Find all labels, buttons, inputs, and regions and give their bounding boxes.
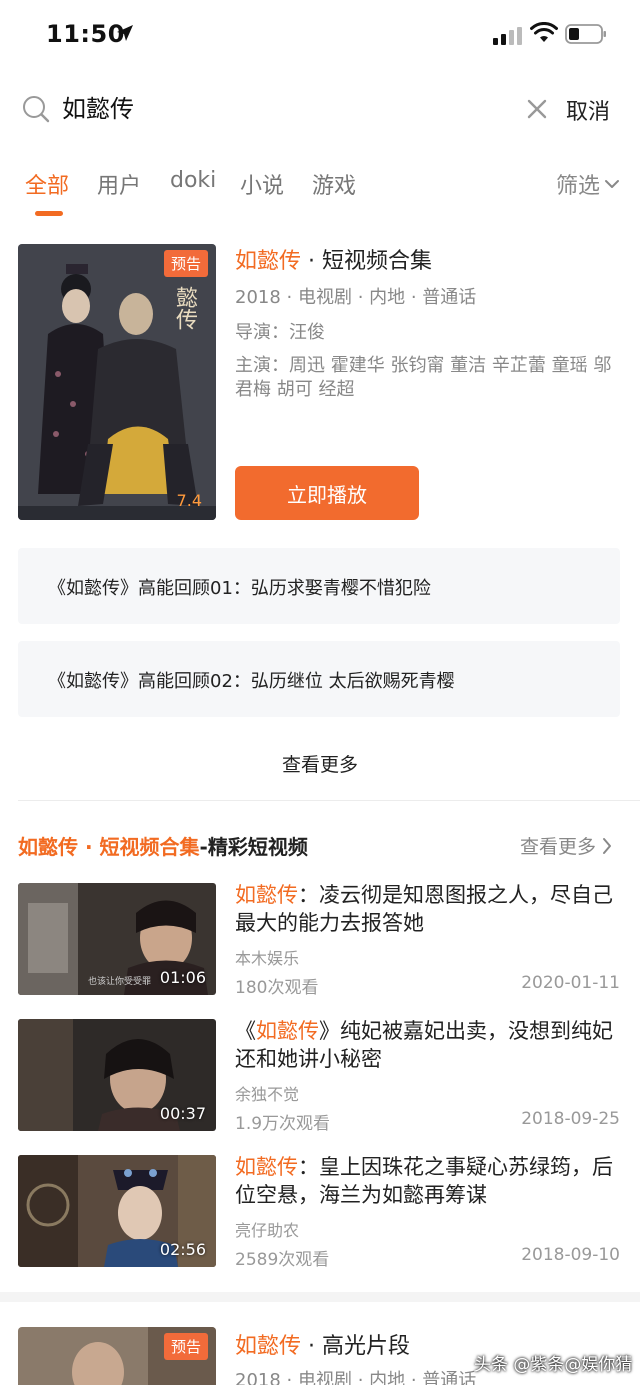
section-see-more-label: 查看更多 xyxy=(520,836,597,858)
video-date: 2018-09-10 xyxy=(521,1245,620,1265)
video-thumbnail[interactable]: 02:56 xyxy=(18,1155,216,1267)
video-title[interactable]: 如懿传：凌云彻是知恩图报之人，尽自己最大的能力去报答她 xyxy=(235,881,625,937)
highlight-title-highlight: 如懿传 xyxy=(235,1334,302,1359)
video-channel[interactable]: 余独不觉 xyxy=(235,1081,299,1105)
highlight-meta: 2018 · 电视剧 · 内地 · 普通话 xyxy=(235,1370,477,1385)
video-duration: 01:06 xyxy=(159,968,206,987)
highlight-poster[interactable]: 预告 xyxy=(18,1327,216,1385)
battery-icon xyxy=(565,24,606,44)
video-title[interactable]: 《如懿传》纯妃被嘉妃出卖，没想到纯妃还和她讲小秘密 xyxy=(235,1017,625,1073)
status-time: 11:50 xyxy=(46,20,125,48)
video-duration: 02:56 xyxy=(159,1240,206,1259)
video-item[interactable]: 00:37 《如懿传》纯妃被嘉妃出卖，没想到纯妃还和她讲小秘密 余独不觉 1.9… xyxy=(0,1017,640,1134)
video-title[interactable]: 如懿传：皇上因珠花之事疑心苏绿筠，后位空悬，海兰为如懿再筹谋 xyxy=(235,1153,625,1209)
video-views: 180次观看 xyxy=(235,978,319,998)
search-input[interactable] xyxy=(62,92,482,120)
video-title-prefix: 《 xyxy=(235,1019,256,1043)
video-date: 2018-09-25 xyxy=(521,1109,620,1129)
show-director: 导演：汪俊 xyxy=(235,322,325,343)
video-channel[interactable]: 亮仔助农 xyxy=(235,1217,299,1241)
section-title-suffix: -精彩短视频 xyxy=(199,835,308,859)
subtitle-caption: 也该让你受受罪 xyxy=(88,977,152,987)
video-item[interactable]: 也该让你受受罪 01:06 如懿传：凌云彻是知恩图报之人，尽自己最大的能力去报答… xyxy=(0,881,640,998)
video-views: 1.9万次观看 xyxy=(235,1114,331,1134)
active-tab-indicator xyxy=(35,211,63,216)
section-title: 如懿传 · 短视频合集-精彩短视频 xyxy=(18,831,308,860)
watermark: 头条 @紫条@娱你猜 xyxy=(474,1355,633,1375)
show-poster[interactable]: 懿传 预告 7.4 xyxy=(18,244,216,520)
play-now-button[interactable]: 立即播放 xyxy=(235,466,419,520)
chevron-right-icon xyxy=(603,837,612,854)
section-title-highlight: 如懿传 · 短视频合集 xyxy=(18,835,200,859)
video-thumbnail[interactable]: 00:37 xyxy=(18,1019,216,1131)
recap-title: 《如懿传》高能回顾01：弘历求娶青樱不惜犯险 xyxy=(48,578,431,599)
score-badge: 7.4 xyxy=(176,491,202,510)
status-bar: 11:50 xyxy=(0,0,640,70)
chevron-down-icon xyxy=(605,180,620,188)
show-meta: 2018 · 电视剧 · 内地 · 普通话 xyxy=(235,287,477,308)
location-arrow-icon xyxy=(117,25,133,41)
highlight-title[interactable]: 如懿传 · 高光片段 xyxy=(235,1328,410,1360)
search-bar: 取消 xyxy=(0,80,640,140)
section-see-more-button[interactable]: 查看更多 xyxy=(520,832,612,859)
video-item[interactable]: 02:56 如懿传：皇上因珠花之事疑心苏绿筠，后位空悬，海兰为如懿再筹谋 亮仔助… xyxy=(0,1153,640,1270)
trailer-badge: 预告 xyxy=(163,1333,208,1360)
poster-title-text: 懿传 xyxy=(172,286,197,330)
filter-label: 筛选 xyxy=(556,174,601,199)
wifi-icon xyxy=(530,22,558,42)
section-divider xyxy=(0,1292,640,1302)
tab-doki[interactable]: doki xyxy=(170,168,216,193)
show-cast: 主演：周迅 霍建华 张钧甯 董洁 辛芷蕾 童瑶 邬君梅 胡可 经超 xyxy=(235,355,612,400)
show-title[interactable]: 如懿传 · 短视频合集 xyxy=(235,243,432,275)
divider xyxy=(18,800,640,801)
cancel-button[interactable]: 取消 xyxy=(566,94,610,126)
recap-title: 《如懿传》高能回顾02：弘历继位 太后欲赐死青樱 xyxy=(48,671,455,692)
tab-novels[interactable]: 小说 xyxy=(240,168,284,200)
video-title-highlight: 如懿传 xyxy=(256,1019,319,1043)
recap-card[interactable]: 《如懿传》高能回顾02：弘历继位 太后欲赐死青樱 xyxy=(18,641,620,717)
show-title-highlight: 如懿传 xyxy=(235,249,302,274)
video-date: 2020-01-11 xyxy=(521,973,620,993)
show-title-suffix: · 短视频合集 xyxy=(301,249,432,274)
video-title-highlight: 如懿传 xyxy=(235,1155,298,1179)
video-title-highlight: 如懿传 xyxy=(235,883,298,907)
video-views: 2589次观看 xyxy=(235,1250,330,1270)
video-duration: 00:37 xyxy=(159,1104,206,1123)
trailer-badge: 预告 xyxy=(163,250,208,277)
video-channel[interactable]: 本木娱乐 xyxy=(235,945,299,969)
highlight-title-suffix: · 高光片段 xyxy=(301,1334,410,1359)
search-icon xyxy=(23,96,50,123)
see-more-button[interactable]: 查看更多 xyxy=(0,750,640,777)
tab-games[interactable]: 游戏 xyxy=(312,168,356,200)
clear-icon[interactable] xyxy=(526,98,548,120)
search-category-tabs: 全部 用户 doki 小说 游戏 筛选 xyxy=(0,160,640,220)
filter-button[interactable]: 筛选 xyxy=(556,168,620,200)
recap-card[interactable]: 《如懿传》高能回顾01：弘历求娶青樱不惜犯险 xyxy=(18,548,620,624)
tab-users[interactable]: 用户 xyxy=(97,168,141,200)
tab-all[interactable]: 全部 xyxy=(25,168,69,200)
cellular-signal-icon xyxy=(493,27,522,45)
video-thumbnail[interactable]: 也该让你受受罪 01:06 xyxy=(18,883,216,995)
